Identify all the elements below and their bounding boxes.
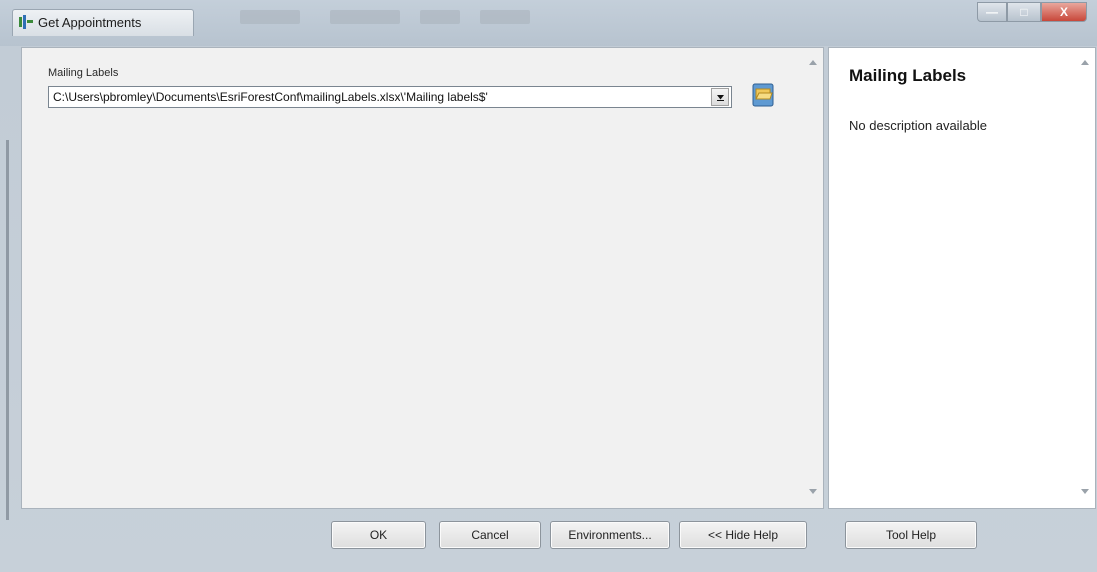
hide-help-button[interactable]: << Hide Help [679,521,807,549]
cancel-button[interactable]: Cancel [439,521,541,549]
scroll-down-icon[interactable] [1081,489,1089,494]
title-bar[interactable]: Get Appointments — □ X [0,0,1097,44]
parameters-panel: Mailing Labels C:\Users\pbromley\Documen… [21,47,824,509]
scroll-down-icon[interactable] [809,489,817,494]
maximize-icon: □ [1020,5,1028,19]
background-menu-ghost [330,10,400,24]
environments-button[interactable]: Environments... [550,521,670,549]
scroll-up-icon[interactable] [809,60,817,65]
help-scrollbar[interactable] [1079,50,1093,506]
mailing-labels-label: Mailing Labels [48,67,119,79]
chevron-down-icon [716,95,724,101]
dropdown-button[interactable] [711,88,729,106]
vertical-scrollbar[interactable] [807,50,821,506]
window-controls: — □ X [977,2,1087,24]
help-title: Mailing Labels [849,66,967,85]
browse-button[interactable] [752,82,774,108]
minimize-icon: — [986,5,998,19]
background-menu-ghost [420,10,460,24]
background-menu-ghost [240,10,300,24]
open-folder-icon [752,83,774,107]
ok-button[interactable]: OK [331,521,426,549]
maximize-button[interactable]: □ [1007,2,1041,22]
close-button[interactable]: X [1041,2,1087,22]
toolbox-icon [18,14,34,30]
window-edge [6,140,9,520]
window-title: Get Appointments [38,15,142,30]
dialog-window: Get Appointments — □ X Mailing Labels C:… [0,0,1097,572]
help-panel: Mailing Labels No description available [828,47,1096,509]
background-menu-ghost [480,10,530,24]
tool-help-button[interactable]: Tool Help [845,521,977,549]
help-description: No description available [849,118,988,133]
minimize-button[interactable]: — [977,2,1007,22]
scroll-up-icon[interactable] [1081,60,1089,65]
close-icon: X [1059,5,1068,19]
mailing-labels-input[interactable]: C:\Users\pbromley\Documents\EsriForestCo… [48,86,732,108]
